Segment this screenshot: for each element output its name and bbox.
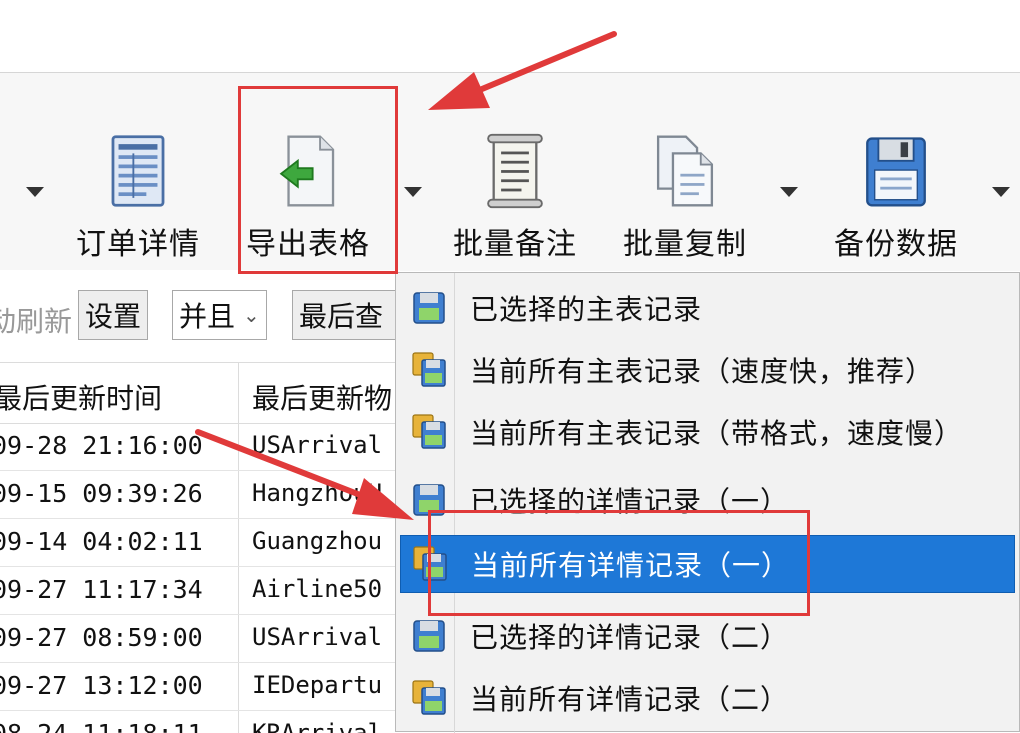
- cell-time: 09-14 04:02:11: [0, 527, 203, 556]
- menu-item-label: 已选择的详情记录（一）: [470, 485, 790, 518]
- settings-button[interactable]: 设置: [78, 290, 149, 340]
- ribbon-toolbar: 订单详情 导出表格 批量备注 批量复制 备份数据: [0, 72, 1020, 271]
- logic-select-value: 并且: [179, 300, 236, 333]
- order-detail-icon: [111, 135, 165, 207]
- copy-icon: [656, 135, 714, 207]
- logic-select[interactable]: 并且 ⌄: [172, 290, 267, 340]
- cell-time: 08-24 11:18:11: [0, 719, 203, 733]
- table-row[interactable]: 09-14 04:02:11 Guangzhou: [0, 519, 400, 567]
- cell-node: KRArrival: [252, 719, 383, 733]
- multi-save-icon: [412, 414, 446, 449]
- export-dropdown-menu: 已选择的主表记录 当前所有主表记录（速度快，推荐） 当前所有主表记录（带格式，速…: [395, 272, 1020, 733]
- chevron-down-icon[interactable]: [780, 187, 798, 197]
- chevron-down-icon[interactable]: [992, 187, 1010, 197]
- export-table-label: 导出表格: [246, 227, 370, 262]
- menu-item-all-master-fast[interactable]: 当前所有主表记录（速度快，推荐）: [400, 341, 1015, 399]
- table-row[interactable]: 09-15 09:39:26 HangzhouH: [0, 471, 400, 519]
- batch-note-button[interactable]: 批量备注: [452, 133, 578, 263]
- batch-note-label: 批量备注: [453, 227, 577, 262]
- multi-save-icon: [413, 546, 447, 581]
- cell-node: IEDepartu: [252, 671, 383, 699]
- order-detail-label: 订单详情: [76, 227, 200, 262]
- multi-save-icon: [412, 680, 446, 715]
- menu-item-selected-master[interactable]: 已选择的主表记录: [400, 279, 1015, 337]
- table-row[interactable]: 08-24 11:18:11 KRArrival: [0, 711, 400, 733]
- batch-copy-label: 批量复制: [623, 227, 747, 262]
- floppy-disk-icon: [413, 620, 445, 652]
- menu-item-label: 已选择的详情记录（二）: [470, 621, 790, 654]
- filter-bar: 动刷新 设置 并且 ⌄ 最后查: [0, 270, 412, 360]
- order-detail-button[interactable]: 订单详情: [76, 133, 200, 263]
- menu-item-label: 当前所有主表记录（带格式，速度慢）: [470, 417, 964, 450]
- cell-time: 09-27 11:17:34: [0, 575, 203, 604]
- cell-node: HangzhouH: [252, 479, 383, 507]
- cell-time: 09-27 08:59:00: [0, 623, 203, 652]
- column-header-last-update-time[interactable]: 最后更新时间: [0, 377, 162, 417]
- menu-item-label: 当前所有详情记录（二）: [470, 683, 790, 716]
- cell-time: 09-27 13:12:00: [0, 671, 203, 700]
- export-table-button[interactable]: 导出表格: [244, 133, 372, 263]
- cell-node: USArrival: [252, 623, 383, 651]
- export-table-icon: [279, 135, 335, 207]
- batch-copy-button[interactable]: 批量复制: [622, 133, 748, 263]
- blank-area-top: [0, 0, 1020, 72]
- grid-header: 最后更新时间 最后更新物: [0, 363, 400, 424]
- backup-data-label: 备份数据: [834, 227, 958, 262]
- floppy-disk-icon: [866, 137, 926, 207]
- table-row[interactable]: 09-27 13:12:00 IEDepartu: [0, 663, 400, 711]
- menu-item-label: 当前所有详情记录（一）: [471, 549, 791, 582]
- multi-save-icon: [412, 352, 446, 387]
- data-grid: 最后更新时间 最后更新物 09-28 21:16:00 USArrival 09…: [0, 362, 400, 733]
- chevron-down-icon[interactable]: [404, 187, 422, 197]
- table-row[interactable]: 09-27 08:59:00 USArrival: [0, 615, 400, 663]
- cell-time: 09-15 09:39:26: [0, 479, 203, 508]
- column-header-last-update-node[interactable]: 最后更新物: [252, 377, 392, 417]
- floppy-disk-icon: [413, 292, 445, 324]
- cell-node: Guangzhou: [252, 527, 383, 555]
- cell-node: USArrival: [252, 431, 383, 459]
- table-row[interactable]: 09-27 11:17:34 Airline50: [0, 567, 400, 615]
- menu-item-all-detail-2[interactable]: 当前所有详情记录（二）: [400, 669, 1015, 727]
- menu-item-label: 当前所有主表记录（速度快，推荐）: [470, 355, 935, 388]
- chevron-down-icon: ⌄: [243, 303, 260, 327]
- menu-item-selected-detail-2[interactable]: 已选择的详情记录（二）: [400, 607, 1015, 665]
- table-row[interactable]: 09-28 21:16:00 USArrival: [0, 423, 400, 471]
- chevron-down-icon[interactable]: [26, 187, 44, 197]
- cell-time: 09-28 21:16:00: [0, 431, 203, 460]
- menu-item-selected-detail-1[interactable]: 已选择的详情记录（一）: [400, 471, 1015, 529]
- menu-item-label: 已选择的主表记录: [470, 293, 703, 326]
- backup-data-button[interactable]: 备份数据: [832, 133, 960, 263]
- menu-item-all-master-formatted[interactable]: 当前所有主表记录（带格式，速度慢）: [400, 403, 1015, 461]
- last-query-button[interactable]: 最后查: [292, 290, 412, 340]
- scroll-icon: [487, 133, 543, 209]
- cell-node: Airline50: [252, 575, 383, 603]
- menu-item-all-detail-1[interactable]: 当前所有详情记录（一）: [400, 535, 1015, 593]
- auto-refresh-label: 动刷新: [0, 305, 73, 338]
- floppy-disk-icon: [413, 484, 445, 516]
